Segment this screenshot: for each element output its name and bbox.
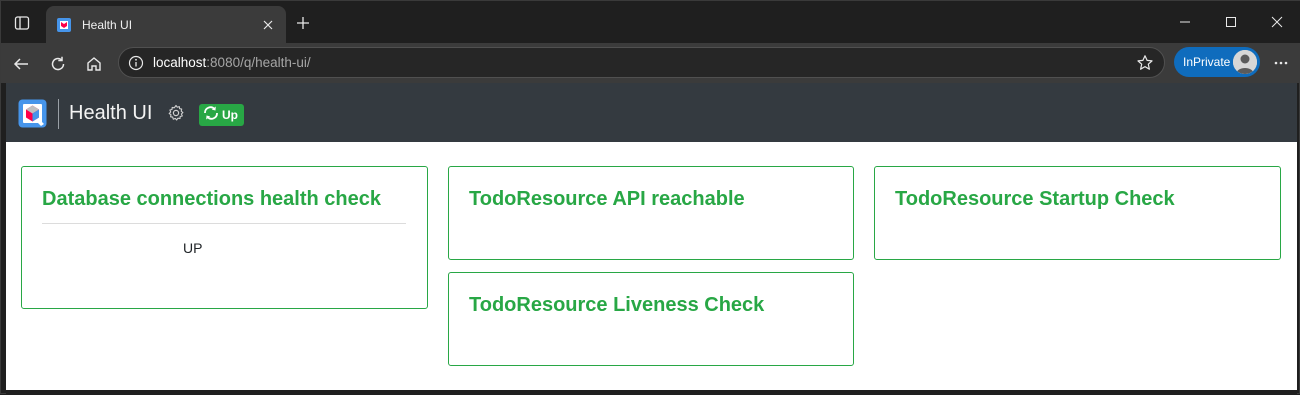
maximize-icon[interactable] bbox=[1218, 11, 1244, 33]
health-check-card: Database connections health check UP bbox=[21, 166, 428, 309]
inprivate-label: InPrivate bbox=[1183, 55, 1231, 69]
back-arrow-icon[interactable] bbox=[8, 51, 34, 77]
tab-strip: Health UI bbox=[1, 1, 1300, 43]
health-check-status: UP bbox=[183, 240, 203, 256]
close-icon[interactable] bbox=[258, 15, 278, 35]
health-check-card: TodoResource Startup Check bbox=[874, 166, 1281, 260]
status-label: Up bbox=[222, 108, 238, 122]
health-check-title: Database connections health check bbox=[42, 188, 382, 210]
address-toolbar: localhost:8080/q/health-ui/ InPrivate bbox=[1, 43, 1300, 83]
status-badge: Up bbox=[199, 104, 244, 126]
health-check-card: TodoResource Liveness Check bbox=[448, 272, 854, 366]
url-path: :8080/q/health-ui/ bbox=[206, 55, 311, 70]
close-window-icon[interactable] bbox=[1264, 11, 1290, 33]
plus-icon[interactable] bbox=[292, 12, 314, 34]
more-icon[interactable] bbox=[1269, 51, 1293, 75]
star-icon[interactable] bbox=[1136, 54, 1154, 72]
window-bottom-edge bbox=[6, 390, 1297, 395]
sidebar-icon[interactable] bbox=[9, 11, 35, 35]
tab-health-ui[interactable]: Health UI bbox=[46, 6, 286, 43]
avatar bbox=[1233, 50, 1257, 74]
health-check-title: TodoResource Liveness Check bbox=[469, 294, 765, 316]
health-check-title: TodoResource API reachable bbox=[469, 188, 745, 210]
gear-icon[interactable] bbox=[166, 103, 186, 123]
health-check-card: TodoResource API reachable bbox=[448, 166, 854, 260]
app-header: Health UI Up bbox=[6, 83, 1297, 142]
divider bbox=[42, 223, 406, 224]
address-bar[interactable]: localhost:8080/q/health-ui/ bbox=[118, 47, 1165, 78]
url-host: localhost bbox=[153, 55, 207, 70]
quarkus-logo[interactable] bbox=[17, 98, 48, 129]
minimize-icon[interactable] bbox=[1172, 11, 1198, 33]
quarkus-logo-icon bbox=[56, 17, 72, 33]
reload-icon[interactable] bbox=[45, 51, 71, 77]
page-content: Health UI Up Database connections health… bbox=[6, 83, 1297, 390]
home-icon[interactable] bbox=[81, 51, 107, 77]
tab-title: Health UI bbox=[82, 17, 133, 32]
url-text: localhost:8080/q/health-ui/ bbox=[153, 55, 311, 70]
info-icon[interactable] bbox=[127, 54, 145, 72]
sync-icon bbox=[203, 105, 219, 125]
header-divider bbox=[58, 99, 59, 129]
inprivate-button[interactable]: InPrivate bbox=[1174, 47, 1260, 77]
health-check-title: TodoResource Startup Check bbox=[895, 188, 1175, 210]
page-title: Health UI bbox=[69, 102, 153, 124]
browser-window: Health UI localhost:8080/q/health-ui/ In… bbox=[0, 0, 1300, 395]
